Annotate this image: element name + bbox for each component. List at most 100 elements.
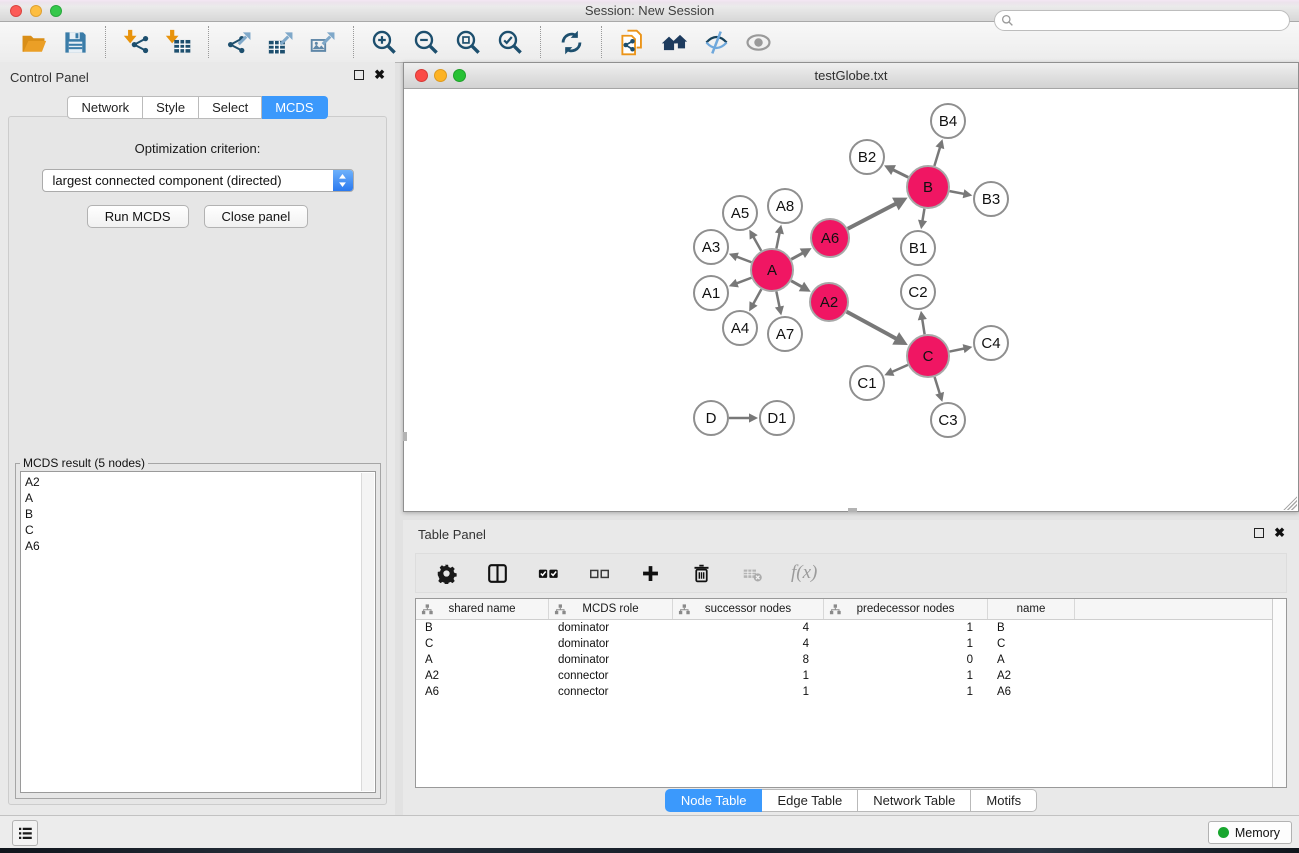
- tab-node-table[interactable]: Node Table: [665, 789, 763, 812]
- search-field[interactable]: [994, 10, 1290, 31]
- zoom-fit-button[interactable]: [451, 25, 485, 59]
- graph-node-B4[interactable]: B4: [931, 104, 965, 138]
- edge-B-B1[interactable]: [922, 209, 924, 222]
- add-column-button[interactable]: [638, 561, 662, 585]
- close-panel-button[interactable]: Close panel: [204, 205, 309, 228]
- graph-node-A5[interactable]: A5: [723, 196, 757, 230]
- edge-B-B3[interactable]: [950, 191, 965, 194]
- close-table-panel-icon[interactable]: ✖: [1274, 527, 1285, 539]
- tab-network[interactable]: Network: [67, 96, 143, 119]
- graph-node-C[interactable]: C: [907, 335, 949, 377]
- result-list-item[interactable]: A2: [21, 474, 375, 490]
- edge-A-A6[interactable]: [791, 253, 803, 260]
- graph-node-A2[interactable]: A2: [810, 283, 848, 321]
- function-builder-button[interactable]: f(x): [791, 561, 817, 585]
- result-list-item[interactable]: B: [21, 506, 375, 522]
- edge-A-A3[interactable]: [736, 256, 752, 262]
- deselect-all-button[interactable]: [587, 561, 611, 585]
- network-from-selection-button[interactable]: [615, 25, 649, 59]
- graph-node-B2[interactable]: B2: [850, 140, 884, 174]
- graph-node-B1[interactable]: B1: [901, 231, 935, 265]
- criterion-select[interactable]: largest connected component (directed): [42, 169, 354, 192]
- export-table-button[interactable]: [264, 25, 298, 59]
- toggle-graphics-details-button[interactable]: [699, 25, 733, 59]
- graph-node-A4[interactable]: A4: [723, 311, 757, 345]
- edge-A-A7[interactable]: [776, 292, 779, 308]
- tab-motifs[interactable]: Motifs: [971, 789, 1037, 812]
- graph-node-A1[interactable]: A1: [694, 276, 728, 310]
- graph-node-D[interactable]: D: [694, 401, 728, 435]
- graph-node-A6[interactable]: A6: [811, 219, 849, 257]
- tab-edge-table[interactable]: Edge Table: [762, 789, 858, 812]
- tab-mcds[interactable]: MCDS: [262, 96, 327, 119]
- edge-B-B4[interactable]: [934, 146, 940, 166]
- column-header-1[interactable]: MCDS role: [549, 599, 673, 619]
- home-button[interactable]: [657, 25, 691, 59]
- table-row[interactable]: Adominator80A: [416, 652, 1286, 668]
- import-table-button[interactable]: [161, 25, 195, 59]
- table-row[interactable]: A2connector11A2: [416, 668, 1286, 684]
- float-table-panel-icon[interactable]: [1254, 528, 1264, 538]
- edge-A2-C[interactable]: [847, 312, 897, 340]
- graph-node-A3[interactable]: A3: [694, 230, 728, 264]
- zoom-out-button[interactable]: [409, 25, 443, 59]
- run-mcds-button[interactable]: Run MCDS: [87, 205, 189, 228]
- graph-node-A7[interactable]: A7: [768, 317, 802, 351]
- export-network-button[interactable]: [222, 25, 256, 59]
- result-list-item[interactable]: C: [21, 522, 375, 538]
- tab-select[interactable]: Select: [199, 96, 262, 119]
- result-list-item[interactable]: A6: [21, 538, 375, 554]
- graph-node-C2[interactable]: C2: [901, 275, 935, 309]
- graph-node-B3[interactable]: B3: [974, 182, 1008, 216]
- edge-A-A2[interactable]: [791, 281, 803, 287]
- task-history-button[interactable]: [12, 820, 38, 846]
- edge-C-C2[interactable]: [922, 318, 925, 334]
- graph-node-C1[interactable]: C1: [850, 366, 884, 400]
- table-scrollbar[interactable]: [1272, 599, 1286, 787]
- close-panel-icon[interactable]: ✖: [374, 69, 385, 81]
- network-canvas[interactable]: B4 B2 B B3 B1 A5 A8 A6 A3 A A1 A2 A4 A7 C2 C4 C C1 C3 D D1: [404, 89, 1298, 511]
- edge-A-A1[interactable]: [736, 278, 752, 284]
- result-list-item[interactable]: A: [21, 490, 375, 506]
- table-row[interactable]: A6connector11A6: [416, 684, 1286, 700]
- column-header-3[interactable]: predecessor nodes: [824, 599, 988, 619]
- export-image-button[interactable]: [306, 25, 340, 59]
- graph-node-C4[interactable]: C4: [974, 326, 1008, 360]
- result-list-scrollbar[interactable]: [361, 473, 374, 791]
- table-row[interactable]: Cdominator41C: [416, 636, 1286, 652]
- graph-node-A8[interactable]: A8: [768, 189, 802, 223]
- memory-button[interactable]: Memory: [1208, 821, 1292, 844]
- edge-A-A8[interactable]: [776, 232, 779, 248]
- settings-gear-button[interactable]: [434, 561, 458, 585]
- refresh-button[interactable]: [554, 25, 588, 59]
- show-hide-eye-button[interactable]: [741, 25, 775, 59]
- edge-A-A4[interactable]: [753, 289, 762, 305]
- import-network-button[interactable]: [119, 25, 153, 59]
- column-header-2[interactable]: successor nodes: [673, 599, 824, 619]
- zoom-selected-button[interactable]: [493, 25, 527, 59]
- zoom-in-button[interactable]: [367, 25, 401, 59]
- column-header-0[interactable]: shared name: [416, 599, 549, 619]
- edge-A6-B[interactable]: [848, 203, 897, 228]
- tab-style[interactable]: Style: [143, 96, 199, 119]
- frame-resize-tick[interactable]: [848, 508, 857, 512]
- table-row[interactable]: Bdominator41B: [416, 620, 1286, 636]
- search-input[interactable]: [1018, 12, 1289, 29]
- save-session-button[interactable]: [58, 25, 92, 59]
- tab-network-table[interactable]: Network Table: [858, 789, 971, 812]
- graph-node-A[interactable]: A: [751, 249, 793, 291]
- graph-node-B[interactable]: B: [907, 166, 949, 208]
- select-all-button[interactable]: [536, 561, 560, 585]
- column-header-4[interactable]: name: [988, 599, 1075, 619]
- graph-node-D1[interactable]: D1: [760, 401, 794, 435]
- network-window-titlebar[interactable]: testGlobe.txt: [404, 63, 1298, 89]
- edge-C-C1[interactable]: [891, 365, 908, 372]
- frame-resize-tick[interactable]: [403, 432, 407, 441]
- edge-C-C4[interactable]: [950, 348, 966, 351]
- open-session-button[interactable]: [16, 25, 50, 59]
- graph-node-C3[interactable]: C3: [931, 403, 965, 437]
- edge-B-B2[interactable]: [892, 169, 908, 177]
- delete-column-button[interactable]: [689, 561, 713, 585]
- resize-grip-icon[interactable]: [1283, 496, 1297, 510]
- edge-C-C3[interactable]: [935, 377, 941, 395]
